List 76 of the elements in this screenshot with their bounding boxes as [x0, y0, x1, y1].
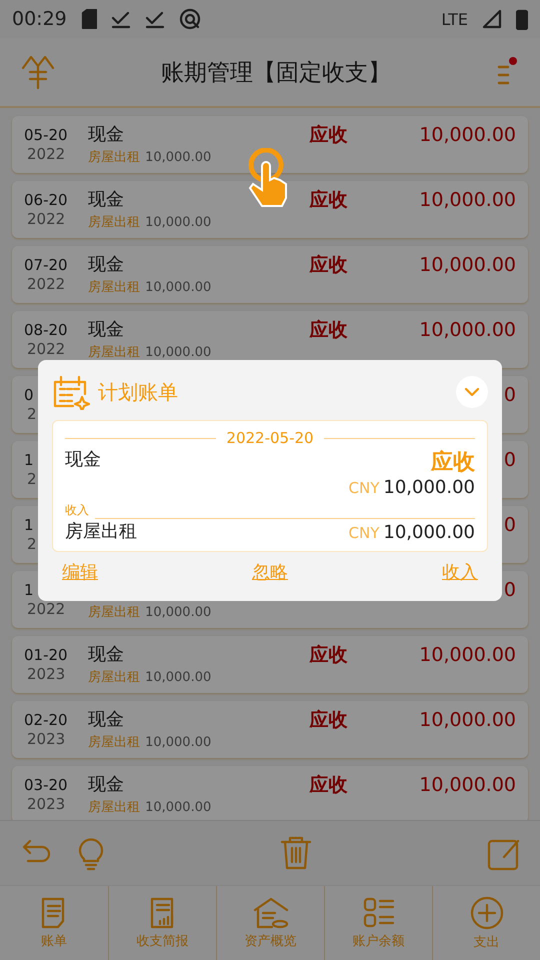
account-name: 现金: [88, 124, 125, 146]
bill-year: 2: [27, 471, 37, 487]
dialog-title: 计划账单: [98, 378, 179, 406]
account-name: 现金: [88, 319, 125, 341]
bill-status: 应收: [309, 319, 348, 341]
category-name: 房屋出租: [88, 215, 140, 230]
category-amount: 10,000.00: [145, 345, 212, 360]
bill-date: 08-20: [24, 320, 68, 341]
bill-date: 1: [24, 580, 34, 601]
account-name: 现金: [88, 189, 125, 211]
bill-year: 2022: [27, 601, 66, 617]
bill-year: 2022: [27, 146, 66, 162]
bill-amount: 10,000.00: [419, 124, 516, 146]
bill-date: 07-20: [24, 255, 68, 276]
account-name: 现金: [88, 709, 125, 731]
category-name: 房屋出租: [88, 280, 140, 295]
category-amount: 10,000.00: [145, 800, 212, 815]
bill-amount: 10,000.00: [419, 254, 516, 276]
status-time: 00:29: [12, 8, 67, 30]
bill-year: 2023: [27, 731, 66, 747]
category-name: 房屋出租: [65, 520, 137, 543]
bill-amount: 0: [504, 449, 516, 471]
bill-amount: 0: [504, 384, 516, 406]
category-name: 房屋出租: [88, 150, 140, 165]
bill-status: 应收: [309, 124, 348, 146]
bill-amount: 10,000.00: [419, 709, 516, 731]
bill-date: 06-20: [24, 190, 68, 211]
bill-date: 0: [24, 385, 34, 406]
bill-amount: 0: [504, 579, 516, 601]
category-amount: 10,000.00: [145, 150, 212, 165]
bill-date: 1: [24, 515, 34, 536]
bill-date: 05-20: [24, 125, 68, 146]
bill-amount: 10,000.00: [383, 477, 475, 498]
bill-status: 应收: [309, 644, 348, 666]
bill-date: 03-20: [24, 775, 68, 796]
bill-status: 应收: [309, 189, 348, 211]
category-amount: 10,000.00: [145, 605, 212, 620]
bill-amount: 10,000.00: [419, 644, 516, 666]
bill-date: 02-20: [24, 710, 68, 731]
category-amount: 10,000.00: [145, 215, 212, 230]
account-name: 现金: [88, 254, 125, 276]
category-name: 房屋出租: [88, 345, 140, 360]
currency-code: CNY: [348, 524, 380, 542]
bill-year: 2022: [27, 276, 66, 292]
bill-year: 2: [27, 406, 37, 422]
bill-year: 2022: [27, 341, 66, 357]
bill-amount: 0: [504, 514, 516, 536]
bill-amount: 10,000.00: [419, 189, 516, 211]
bill-status: 应收: [309, 774, 348, 796]
currency-code: CNY: [348, 479, 380, 497]
bill-year: 2023: [27, 666, 66, 682]
page-title: 账期管理【固定收支】: [160, 58, 392, 88]
category-name: 房屋出租: [88, 670, 140, 685]
category-amount: 10,000.00: [145, 280, 212, 295]
bill-date: 2022-05-20: [226, 429, 314, 447]
category-amount: 10,000.00: [145, 670, 212, 685]
category-amount: 10,000.00: [145, 735, 212, 750]
category-name: 房屋出租: [88, 800, 140, 815]
bill-date: 1: [24, 450, 34, 471]
bill-year: 2: [27, 536, 37, 552]
bill-amount: 10,000.00: [419, 319, 516, 341]
category-amount: 10,000.00: [383, 522, 475, 543]
network-type: LTE: [441, 10, 468, 28]
bill-year: 2023: [27, 796, 66, 812]
bill-status: 应收: [431, 448, 475, 477]
category-name: 房屋出租: [88, 605, 140, 620]
category-name: 房屋出租: [88, 735, 140, 750]
bill-status: 应收: [309, 254, 348, 276]
account-name: 现金: [88, 644, 125, 666]
bill-amount: 10,000.00: [419, 774, 516, 796]
bill-year: 2022: [27, 211, 66, 227]
account-name: 现金: [88, 774, 125, 796]
type-label: 收入: [65, 502, 89, 519]
bill-status: 应收: [309, 709, 348, 731]
bill-date: 01-20: [24, 645, 68, 666]
account-name: 现金: [65, 448, 101, 471]
